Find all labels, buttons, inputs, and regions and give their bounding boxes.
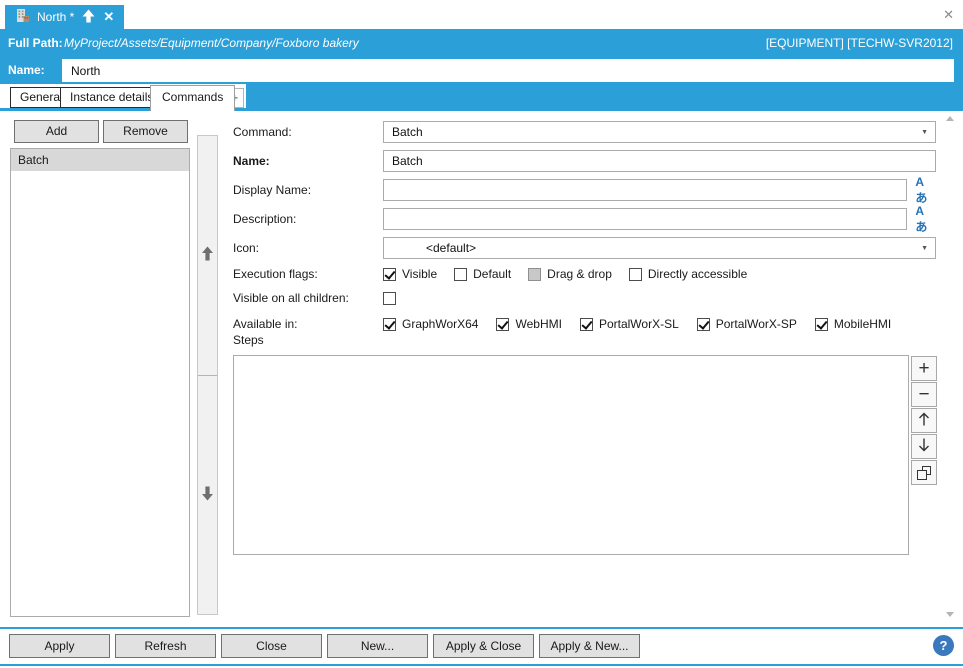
close-button[interactable]: Close [221, 634, 322, 658]
checkbox-portalworx-sp-label: PortalWorX-SP [716, 317, 797, 331]
arrow-up-icon [916, 411, 932, 430]
icon-label: Icon: [233, 241, 383, 255]
checkbox-visible[interactable] [383, 268, 396, 281]
description-label: Description: [233, 212, 383, 226]
remove-command-button[interactable]: Remove [103, 120, 188, 143]
minus-icon: − [918, 385, 929, 404]
down-arrow-icon [201, 486, 214, 504]
dialog-border-bottom [0, 664, 963, 666]
checkbox-webhmi-label: WebHMI [515, 317, 561, 331]
checkbox-mobilehmi[interactable] [815, 318, 828, 331]
reorder-bar [197, 135, 218, 615]
step-move-up-button[interactable] [911, 408, 937, 433]
refresh-button[interactable]: Refresh [115, 634, 216, 658]
available-in-label: Available in: [233, 317, 383, 331]
move-down-button[interactable] [198, 375, 217, 615]
command-label: Command: [233, 125, 383, 139]
window-close-icon[interactable]: ✕ [943, 8, 954, 21]
command-name-input[interactable] [383, 150, 936, 172]
display-name-label: Display Name: [233, 183, 383, 197]
property-tabstrip: General Instance details Commands + [0, 84, 963, 111]
step-duplicate-button[interactable] [911, 460, 937, 485]
checkbox-portalworx-sl[interactable] [580, 318, 593, 331]
command-dropdown[interactable]: Batch ▼ [383, 121, 936, 143]
checkbox-drag-drop-label: Drag & drop [547, 267, 612, 281]
name-label: Name: [8, 63, 45, 77]
visible-on-all-children-label: Visible on all children: [233, 291, 383, 305]
command-dropdown-value: Batch [392, 125, 423, 139]
full-path-value: MyProject/Assets/Equipment/Company/Foxbo… [64, 36, 359, 50]
tab-close-icon[interactable]: ✕ [103, 9, 114, 25]
command-list[interactable]: Batch [10, 148, 190, 617]
checkbox-visible-label: Visible [402, 267, 437, 281]
checkbox-mobilehmi-label: MobileHMI [834, 317, 891, 331]
chevron-down-icon: ▼ [921, 245, 928, 252]
tabstrip-filler [246, 84, 963, 108]
step-remove-button[interactable]: − [911, 382, 937, 407]
arrow-down-icon [916, 437, 932, 456]
commands-tab-content: Add Remove Batch Command: Batch ▼ [0, 111, 963, 627]
checkbox-portalworx-sp[interactable] [697, 318, 710, 331]
apply-new-button[interactable]: Apply & New... [539, 634, 640, 658]
localize-icon[interactable]: Aあ [915, 204, 936, 235]
header-band: Full Path: MyProject/Assets/Equipment/Co… [0, 29, 963, 84]
steps-toolbar: + − [911, 356, 937, 485]
move-up-button[interactable] [198, 136, 217, 375]
checkbox-default-label: Default [473, 267, 511, 281]
checkbox-visible-on-all-children[interactable] [383, 292, 396, 305]
checkbox-directly-accessible-label: Directly accessible [648, 267, 747, 281]
checkbox-webhmi[interactable] [496, 318, 509, 331]
icon-dropdown-value: <default> [392, 241, 476, 255]
up-arrow-icon [201, 246, 214, 264]
step-move-down-button[interactable] [911, 434, 937, 459]
tab-instance-details[interactable]: Instance details [60, 87, 163, 108]
scroll-up-icon[interactable] [946, 116, 954, 121]
apply-button[interactable]: Apply [9, 634, 110, 658]
add-command-button[interactable]: Add [14, 120, 99, 143]
asset-name-input[interactable] [62, 59, 954, 82]
building-icon [15, 8, 30, 26]
command-list-item[interactable]: Batch [11, 149, 189, 171]
localize-icon[interactable]: Aあ [915, 175, 936, 206]
promote-arrow-icon[interactable] [81, 9, 96, 26]
checkbox-graphworx64[interactable] [383, 318, 396, 331]
document-tab-north[interactable]: North * ✕ [5, 5, 124, 29]
asset-properties-window: North * ✕ ✕ Full Path: MyProject/Assets/… [0, 0, 963, 668]
document-tab-title: North * [37, 10, 74, 24]
description-input[interactable] [383, 208, 907, 230]
plus-icon: + [918, 359, 929, 378]
full-path-label: Full Path: [8, 36, 63, 50]
icon-dropdown[interactable]: <default> ▼ [383, 237, 936, 259]
checkbox-drag-drop[interactable] [528, 268, 541, 281]
context-tags: [EQUIPMENT] [TECHW-SVR2012] [766, 36, 953, 50]
steps-list[interactable] [233, 355, 909, 555]
steps-label: Steps [233, 333, 264, 347]
execution-flags-label: Execution flags: [233, 267, 383, 281]
display-name-input[interactable] [383, 179, 907, 201]
apply-close-button[interactable]: Apply & Close [433, 634, 534, 658]
duplicate-icon [917, 466, 931, 480]
chevron-down-icon: ▼ [921, 129, 928, 136]
checkbox-default[interactable] [454, 268, 467, 281]
tab-commands[interactable]: Commands [150, 85, 235, 111]
checkbox-portalworx-sl-label: PortalWorX-SL [599, 317, 679, 331]
new-button[interactable]: New... [327, 634, 428, 658]
footer-bar: Apply Refresh Close New... Apply & Close… [0, 629, 963, 664]
checkbox-graphworx64-label: GraphWorX64 [402, 317, 478, 331]
step-add-button[interactable]: + [911, 356, 937, 381]
help-icon[interactable]: ? [933, 635, 954, 656]
checkbox-directly-accessible[interactable] [629, 268, 642, 281]
command-name-label: Name: [233, 154, 383, 168]
scroll-down-icon[interactable] [946, 612, 954, 617]
